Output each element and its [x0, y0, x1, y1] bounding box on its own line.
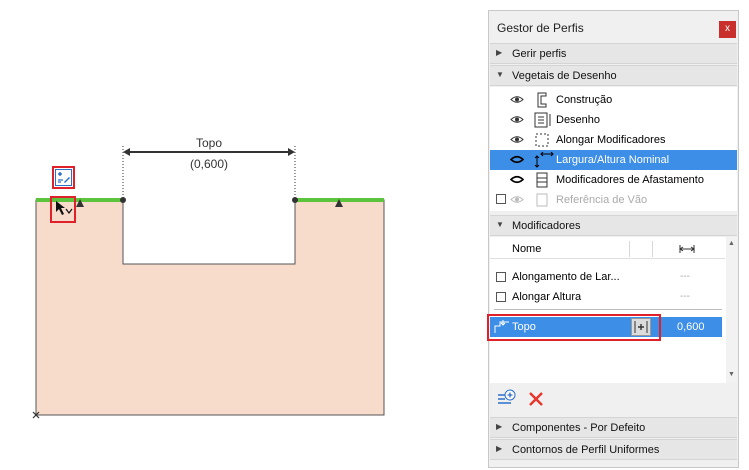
scroll-up-icon[interactable]: ▲ — [728, 240, 735, 247]
layer-label: Modificadores de Afastamento — [556, 174, 704, 186]
profile-shape — [35, 199, 385, 416]
eye-closed-icon[interactable] — [510, 175, 524, 184]
column-name-header[interactable]: Nome — [512, 243, 541, 255]
layer-label: Alongar Modificadores — [556, 134, 666, 146]
opening-ref-icon — [536, 193, 548, 207]
modifiers-scrollbar[interactable]: ▲ ▼ — [726, 237, 737, 383]
layer-checkbox[interactable] — [496, 194, 506, 204]
drawing-canvas[interactable]: Topo (0,600) — [0, 0, 480, 470]
section-label: Gerir perfis — [512, 48, 567, 60]
column-separator — [652, 241, 653, 257]
nominal-size-icon — [534, 152, 554, 168]
section-label: Vegetais de Desenho — [512, 70, 617, 82]
add-modifier-button[interactable] — [497, 389, 517, 410]
collapse-arrow-icon: ▼ — [496, 220, 504, 229]
collapse-arrow-icon: ▼ — [496, 70, 504, 79]
panel-title: Gestor de Perfis — [497, 21, 584, 35]
modifier-checkbox[interactable] — [496, 292, 506, 302]
cursor-icon — [55, 200, 73, 221]
modifier-value: --- — [680, 291, 690, 302]
profile-edit-icon[interactable] — [55, 169, 72, 189]
layer-row-drawing[interactable]: Desenho — [490, 110, 737, 130]
section-components[interactable]: ▶ Componentes - Por Defeito — [490, 417, 737, 438]
eye-icon[interactable] — [510, 135, 524, 144]
layer-row-offset-modifiers[interactable]: Modificadores de Afastamento — [490, 170, 737, 190]
modifier-row-height-stretch[interactable]: Alongar Altura --- — [490, 287, 725, 307]
layer-row-construction[interactable]: Construção — [490, 90, 737, 110]
width-icon[interactable] — [679, 245, 695, 253]
stretch-icon — [535, 133, 549, 147]
section-label: Contornos de Perfil Uniformes — [512, 444, 660, 456]
modifier-label: Alongar Altura — [512, 291, 582, 303]
offset-row-highlight — [487, 314, 661, 341]
section-label: Componentes - Por Defeito — [512, 422, 646, 434]
scroll-down-icon[interactable]: ▼ — [728, 371, 735, 378]
section-drawing-layers[interactable]: ▼ Vegetais de Desenho — [490, 65, 737, 86]
section-modifiers[interactable]: ▼ Modificadores — [490, 215, 737, 236]
modifier-value: --- — [680, 271, 690, 282]
modifier-checkbox[interactable] — [496, 272, 506, 282]
close-button[interactable]: x — [719, 21, 736, 38]
expand-arrow-icon: ▶ — [496, 444, 503, 453]
dimension-label: Topo — [196, 136, 223, 150]
modifiers-header: Nome — [490, 239, 725, 259]
expand-arrow-icon: ▶ — [496, 422, 503, 431]
eye-icon[interactable] — [510, 195, 524, 204]
dimension-value: (0,600) — [190, 157, 229, 171]
section-manage-profiles[interactable]: ▶ Gerir perfis — [490, 43, 737, 64]
eye-icon[interactable] — [510, 115, 524, 124]
section-uniform-contours[interactable]: ▶ Contornos de Perfil Uniformes — [490, 439, 737, 460]
delete-modifier-button[interactable] — [528, 391, 544, 410]
drawing-icon — [534, 112, 551, 128]
eye-icon[interactable] — [510, 95, 524, 104]
modifier-row-width-stretch[interactable]: Alongamento de Lar... --- — [490, 267, 725, 287]
construction-icon — [537, 92, 547, 108]
add-modifier-icon — [498, 389, 516, 404]
dimension-arrow-left — [123, 148, 130, 156]
layer-label: Referência de Vão — [556, 194, 648, 206]
layer-label: Construção — [556, 94, 613, 106]
modifier-label: Alongamento de Lar... — [512, 271, 620, 283]
layer-label: Largura/Altura Nominal — [556, 154, 670, 166]
layer-row-opening-reference[interactable]: Referência de Vão — [490, 190, 737, 210]
panel-titlebar[interactable]: Gestor de Perfis x — [489, 11, 738, 43]
profile-drawing[interactable] — [0, 0, 480, 470]
layer-row-nominal-size[interactable]: Largura/Altura Nominal — [490, 150, 737, 170]
layer-label: Desenho — [556, 114, 601, 126]
layer-row-stretch-modifiers[interactable]: Alongar Modificadores — [490, 130, 737, 150]
modifiers-divider — [494, 309, 722, 310]
profile-manager-panel: Gestor de Perfis x ▶ Gerir perfis ▼ Vege… — [487, 10, 739, 468]
offset-modifier-value: 0,600 — [677, 321, 705, 333]
dimension-arrow-right — [288, 148, 295, 156]
eye-closed-icon[interactable] — [510, 155, 524, 164]
delete-icon — [529, 392, 543, 406]
expand-arrow-icon: ▶ — [496, 48, 503, 57]
column-separator — [629, 241, 630, 257]
section-label: Modificadores — [512, 220, 581, 232]
offset-icon — [536, 172, 548, 188]
